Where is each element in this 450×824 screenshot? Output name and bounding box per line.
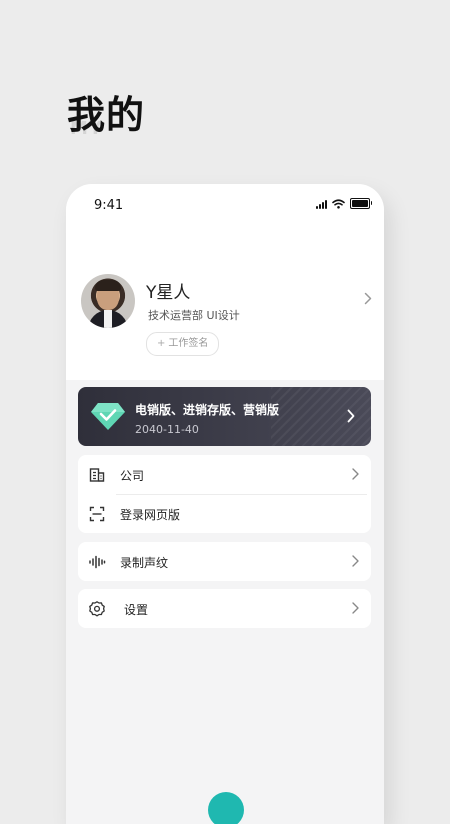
menu-item-label: 录制声纹 — [120, 556, 169, 570]
menu-item-company[interactable]: 公司 — [78, 455, 371, 494]
avatar[interactable] — [81, 274, 135, 328]
page-title: 我的 — [67, 93, 146, 137]
menu-group-company: 公司 登录网页版 — [78, 455, 371, 533]
wifi-icon — [332, 198, 345, 209]
membership-title: 电销版、进销存版、营销版 — [135, 403, 280, 417]
building-icon — [89, 468, 105, 482]
user-name: Y星人 — [146, 283, 191, 303]
status-icons — [316, 198, 372, 209]
membership-expiry: 2040-11-40 — [135, 423, 199, 436]
battery-icon — [350, 198, 372, 209]
menu-item-voiceprint[interactable]: 录制声纹 — [78, 542, 371, 581]
diamond-icon — [91, 403, 125, 430]
menu-item-label: 设置 — [124, 603, 149, 617]
chevron-right-icon — [347, 409, 355, 423]
floating-action-button[interactable] — [208, 792, 244, 824]
user-department: 技术运营部 UI设计 — [148, 309, 240, 322]
profile-header: 9:41 Y星人 技术运营部 UI设计 + 工作签名 — [66, 184, 384, 380]
phone-frame: 9:41 Y星人 技术运营部 UI设计 + 工作签名 电销版、进销存版、营销版 … — [66, 184, 384, 824]
menu-item-web-login[interactable]: 登录网页版 — [78, 494, 371, 533]
status-time: 9:41 — [94, 198, 124, 213]
membership-card[interactable]: 电销版、进销存版、营销版 2040-11-40 — [78, 387, 371, 446]
chevron-right-icon — [352, 555, 359, 567]
card-pattern — [271, 387, 371, 446]
chevron-right-icon — [352, 468, 359, 480]
menu-item-label: 登录网页版 — [120, 508, 181, 522]
menu-item-label: 公司 — [120, 469, 145, 483]
chevron-right-icon — [352, 602, 359, 614]
menu-group-settings: 设置 — [78, 589, 371, 628]
signal-icon — [316, 199, 327, 209]
signature-label: 工作签名 — [168, 338, 209, 349]
menu-item-settings[interactable]: 设置 — [78, 589, 371, 628]
chevron-right-icon[interactable] — [364, 292, 372, 305]
signature-button[interactable]: + 工作签名 — [146, 332, 220, 356]
plus-icon: + — [157, 338, 166, 349]
gear-icon — [89, 601, 105, 617]
voiceprint-icon — [89, 555, 106, 569]
menu-group-voiceprint: 录制声纹 — [78, 542, 371, 581]
scan-icon — [89, 506, 105, 522]
